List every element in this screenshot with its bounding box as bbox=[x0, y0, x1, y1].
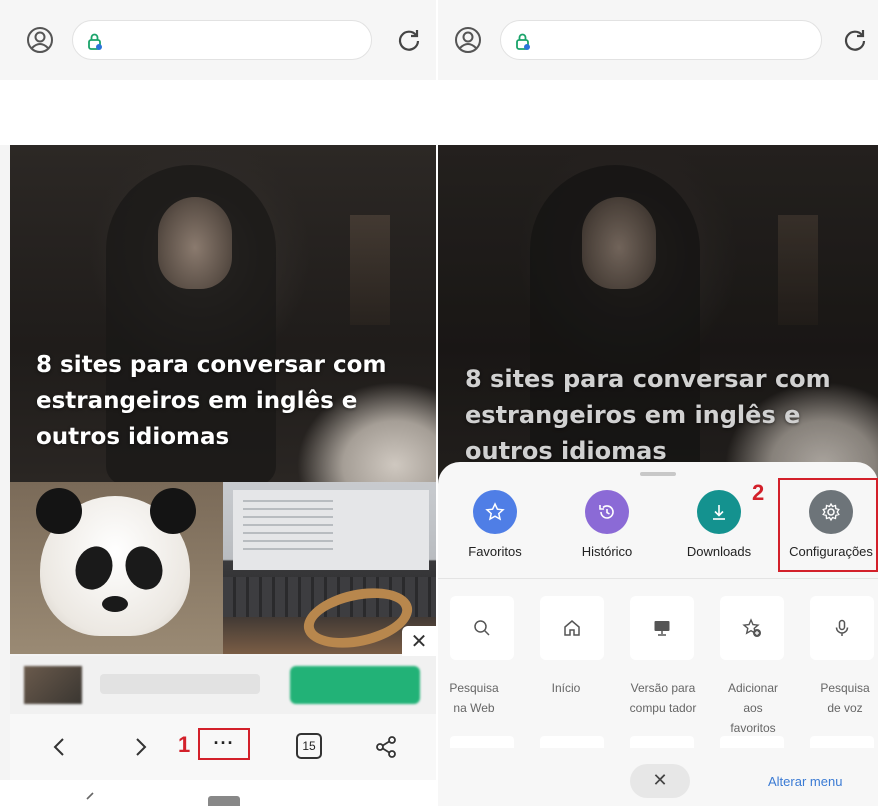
more-icon: ··· bbox=[213, 733, 235, 753]
star-icon bbox=[485, 502, 505, 521]
web-search-tile[interactable]: Pesquisa na Web bbox=[438, 596, 528, 746]
step-marker-2: 2 bbox=[752, 480, 765, 505]
history-button[interactable]: Histórico bbox=[552, 488, 662, 568]
voice-search-tile[interactable]: Pesquisa de voz bbox=[798, 596, 878, 746]
add-favorite-tile[interactable]: Adicionar aos favoritos bbox=[708, 596, 798, 746]
panda-thumbnail[interactable] bbox=[10, 482, 223, 654]
lock-icon bbox=[88, 33, 102, 50]
forward-arrow-icon[interactable] bbox=[128, 735, 152, 759]
reload-icon[interactable] bbox=[396, 27, 422, 53]
desktop-icon bbox=[654, 621, 670, 636]
home-label: Início bbox=[551, 681, 581, 695]
tile-row-2[interactable] bbox=[630, 736, 694, 748]
address-bar[interactable] bbox=[500, 20, 822, 60]
microphone-icon bbox=[835, 619, 849, 636]
close-icon: ✕ bbox=[652, 770, 668, 790]
download-icon bbox=[713, 505, 725, 520]
system-home-icon[interactable] bbox=[208, 796, 240, 806]
downloads-label: Downloads bbox=[686, 544, 752, 559]
ad-action-button[interactable] bbox=[290, 666, 420, 704]
ad-banner[interactable] bbox=[10, 656, 436, 714]
favorites-label: Favoritos bbox=[468, 544, 522, 559]
voice-search-label: Pesquisa de voz bbox=[820, 681, 870, 715]
home-icon bbox=[564, 620, 580, 636]
right-screen: 8 sites para conversar com estrangeiros … bbox=[438, 0, 878, 806]
tile-row-2[interactable] bbox=[810, 736, 874, 748]
article-title: 8 sites para conversar com estrangeiros … bbox=[36, 352, 387, 450]
history-icon bbox=[599, 505, 614, 519]
sheet-divider bbox=[438, 578, 878, 579]
step-marker-1: 1 bbox=[178, 732, 191, 757]
add-favorite-icon bbox=[742, 618, 761, 637]
address-bar[interactable] bbox=[72, 20, 372, 60]
reload-icon[interactable] bbox=[842, 27, 868, 53]
article-thumbnails bbox=[10, 482, 436, 654]
history-label: Histórico bbox=[581, 544, 633, 559]
system-nav-bar bbox=[0, 780, 436, 806]
search-icon bbox=[474, 620, 490, 636]
tile-row-2[interactable] bbox=[540, 736, 604, 748]
browser-bottom-bar: 1 ··· 15 bbox=[10, 714, 436, 780]
edit-menu-link[interactable]: Alterar menu bbox=[768, 774, 842, 789]
left-screen: 8 sites para conversar com estrangeiros … bbox=[0, 0, 436, 806]
home-tile[interactable]: Início bbox=[528, 596, 618, 746]
close-menu-button[interactable]: ✕ bbox=[630, 764, 690, 798]
lock-icon bbox=[516, 33, 530, 50]
more-menu-button[interactable]: ··· bbox=[198, 728, 250, 760]
profile-icon[interactable] bbox=[454, 26, 482, 54]
back-arrow-icon[interactable] bbox=[48, 735, 72, 759]
sheet-handle[interactable] bbox=[640, 472, 676, 476]
desktop-version-tile[interactable]: Versão para compu tador bbox=[618, 596, 708, 746]
web-search-label: Pesquisa na Web bbox=[449, 681, 499, 715]
page-blank-area bbox=[0, 80, 436, 145]
profile-icon[interactable] bbox=[26, 26, 54, 54]
close-icon: ✕ bbox=[410, 631, 428, 653]
tile-row-2[interactable] bbox=[720, 736, 784, 748]
browser-top-bar bbox=[0, 0, 436, 80]
close-ad-button[interactable]: ✕ bbox=[402, 626, 436, 656]
share-icon[interactable] bbox=[374, 735, 398, 759]
tile-row-2[interactable] bbox=[450, 736, 514, 748]
tabs-button[interactable]: 15 bbox=[296, 733, 322, 759]
system-back-icon[interactable] bbox=[84, 792, 96, 806]
add-favorite-label: Adicionar aos favoritos bbox=[727, 681, 779, 735]
highlight-box bbox=[778, 478, 878, 572]
more-menu-sheet: Favoritos Histórico Downloads Configuraç… bbox=[438, 462, 878, 806]
desktop-version-label: Versão para compu tador bbox=[629, 681, 697, 715]
favorites-button[interactable]: Favoritos bbox=[440, 488, 550, 568]
browser-top-bar bbox=[438, 0, 878, 80]
page-blank-area bbox=[438, 80, 878, 145]
article-hero[interactable]: 8 sites para conversar com estrangeiros … bbox=[10, 145, 436, 482]
